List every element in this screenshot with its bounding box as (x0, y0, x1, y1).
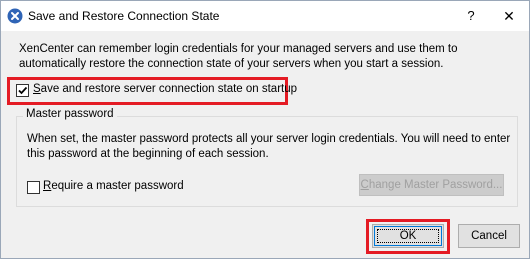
require-master-password-checkbox[interactable] (27, 181, 40, 194)
dialog-window: Save and Restore Connection State ? ✕ Xe… (0, 0, 530, 259)
xencenter-logo-icon (7, 8, 23, 24)
save-restore-checkbox[interactable] (16, 84, 29, 97)
master-password-group-title: Master password (23, 108, 117, 120)
cancel-button[interactable]: Cancel (458, 224, 520, 248)
title-bar: Save and Restore Connection State ? ✕ (1, 1, 529, 31)
dialog-title: Save and Restore Connection State (28, 9, 220, 23)
help-button[interactable]: ? (456, 1, 486, 31)
close-icon: ✕ (503, 8, 515, 24)
dialog-description: XenCenter can remember login credentials… (19, 43, 458, 70)
change-master-password-button[interactable]: Change Master Password... (359, 174, 504, 196)
close-button[interactable]: ✕ (491, 1, 527, 31)
save-restore-label[interactable]: Save and restore server connection state… (33, 83, 297, 95)
checkmark-icon (18, 86, 28, 95)
master-password-description: When set, the master password protects a… (27, 133, 511, 160)
require-master-password-label[interactable]: Require a master password (43, 180, 184, 192)
ok-button[interactable]: OK (372, 224, 444, 248)
